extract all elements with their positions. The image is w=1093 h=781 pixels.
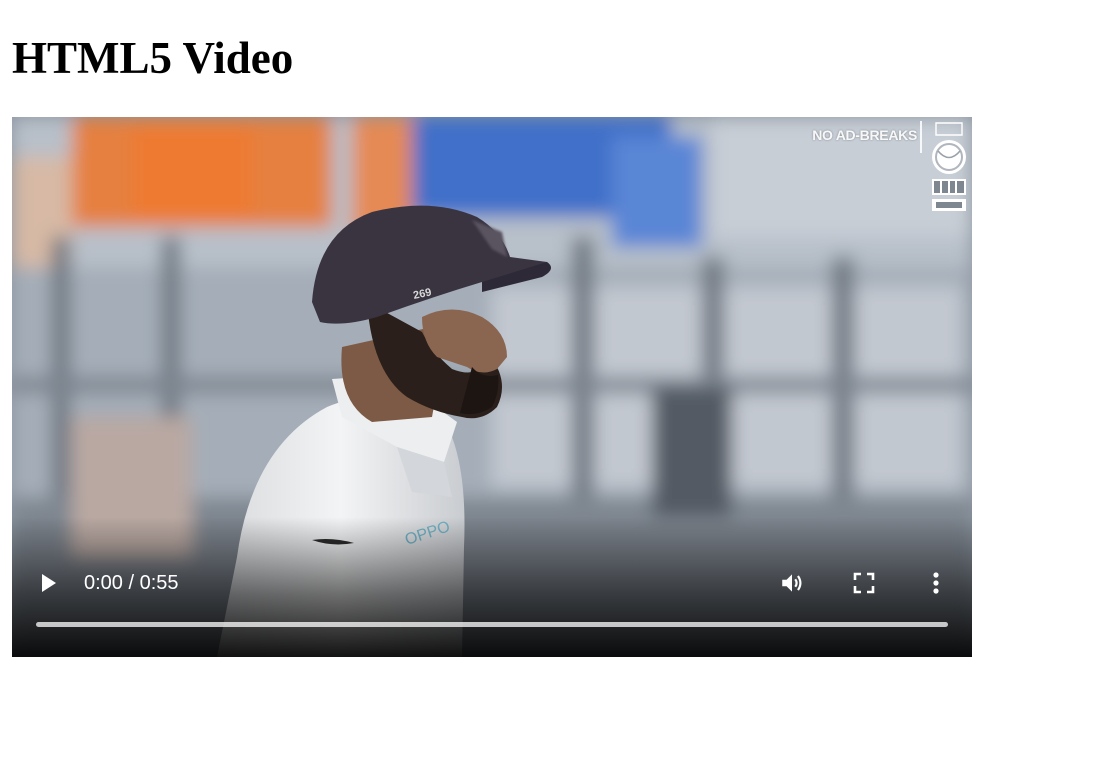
time-display: 0:00 / 0:55 — [84, 571, 179, 595]
no-ad-breaks-label: NO AD-BREAKS — [812, 127, 917, 143]
more-options-icon — [933, 572, 939, 594]
video-player[interactable]: OPPO 269 NO AD-BREAKS — [12, 117, 972, 657]
fox-sports-logo — [932, 122, 966, 211]
volume-button[interactable] — [774, 565, 810, 601]
video-controls: 0:00 / 0:55 — [12, 557, 972, 657]
current-time: 0:00 — [84, 572, 123, 594]
duration: 0:55 — [139, 572, 179, 594]
volume-icon — [782, 574, 802, 592]
fullscreen-button[interactable] — [846, 565, 882, 601]
time-separator: / — [128, 572, 135, 594]
more-options-button[interactable] — [918, 565, 954, 601]
page-title: HTML5 Video — [12, 33, 294, 83]
fullscreen-icon — [853, 572, 875, 594]
play-button[interactable] — [32, 565, 66, 601]
progress-bar[interactable] — [36, 622, 948, 627]
play-icon — [42, 574, 56, 592]
broadcast-overlay: NO AD-BREAKS — [772, 117, 972, 217]
overlay-divider — [920, 121, 922, 153]
